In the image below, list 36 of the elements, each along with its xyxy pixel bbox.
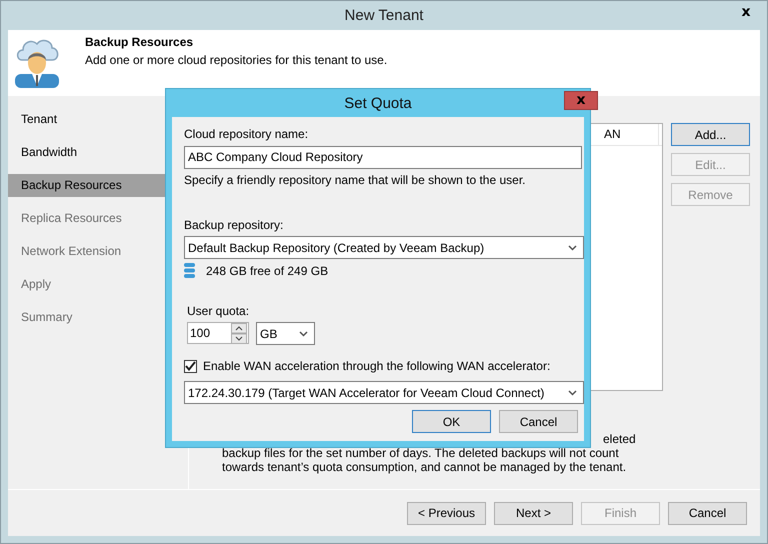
wizard-button[interactable]: Next > — [494, 502, 573, 524]
field-hint: Specify a friendly repository name that will be shown to the user. — [184, 173, 526, 187]
column-header[interactable]: AN — [602, 124, 659, 145]
wan-accelerator-dropdown[interactable]: 172.24.30.179 (Target WAN Accelerator for Veeam Cloud Connect) — [184, 381, 584, 404]
note-text: backup files for the set number of days. The deleted backups will not count — [222, 446, 620, 460]
quota-spinbox[interactable]: 100 — [187, 322, 249, 344]
note-text: eleted — [602, 432, 637, 446]
page-title: Backup Resources — [85, 35, 194, 49]
free-space-text: 248 GB free of 249 GB — [206, 264, 328, 278]
unit-dropdown[interactable]: GB — [256, 322, 315, 345]
field-label: User quota: — [187, 304, 250, 318]
wizard-step[interactable]: Tenant — [8, 108, 165, 131]
note-text: towards tenant’s quota consumption, and cannot be managed by the tenant. — [222, 460, 628, 474]
chevron-down-icon — [568, 244, 577, 250]
repository-dropdown[interactable]: Default Backup Repository (Created by Veeam Backup) — [184, 236, 584, 259]
name-field[interactable]: ABC Company Cloud Repository — [184, 146, 582, 169]
wizard-step[interactable]: Backup Resources — [8, 174, 165, 197]
dialog-title: Set Quota — [344, 94, 412, 112]
checkbox-label: Enable WAN acceleration through the following WAN accelerator: — [203, 359, 550, 373]
database-icon — [184, 263, 195, 278]
close-button[interactable]: x — [564, 91, 598, 110]
wizard-button[interactable]: Cancel — [668, 502, 747, 524]
dialog-button[interactable]: Cancel — [499, 410, 578, 433]
field-label: Cloud repository name: — [184, 127, 308, 141]
wizard-step[interactable]: Bandwidth — [8, 141, 165, 164]
field-label: Backup repository: — [184, 218, 284, 232]
window-title: New Tenant — [344, 7, 424, 24]
chevron-down-icon — [299, 330, 308, 336]
spin-arrows-icon[interactable] — [231, 322, 247, 344]
dialog-button[interactable]: OK — [412, 410, 491, 433]
checkbox[interactable] — [184, 360, 197, 372]
page-description: Add one or more cloud repositories for this tenant to use. — [85, 53, 388, 67]
action-button[interactable]: Add... — [671, 123, 750, 146]
close-button[interactable]: x — [730, 2, 762, 22]
wizard-button[interactable]: < Previous — [407, 502, 486, 524]
chevron-down-icon — [568, 390, 577, 396]
